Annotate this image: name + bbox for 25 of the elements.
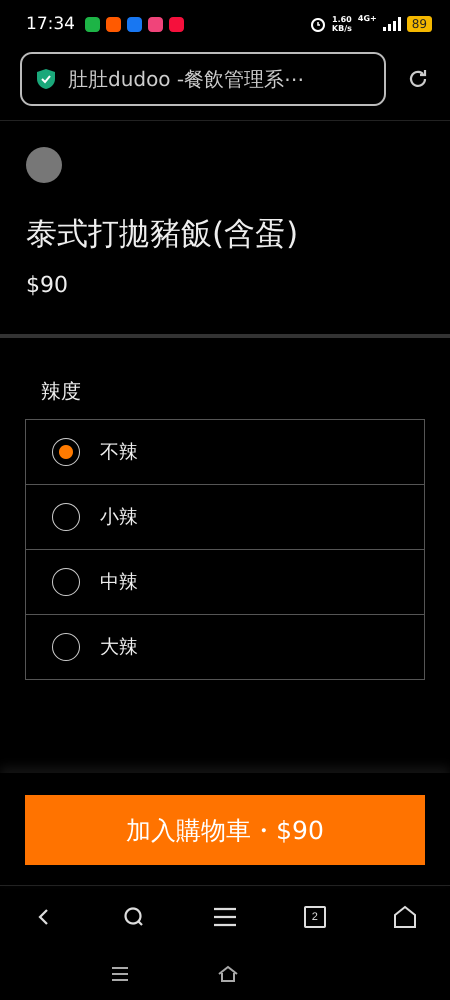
- network-speed: 1.60 KB/s: [332, 15, 352, 33]
- shield-check-icon: [36, 68, 56, 90]
- radio-button[interactable]: [52, 438, 80, 466]
- product-name: 泰式打拋豬飯(含蛋): [26, 215, 300, 254]
- home-icon: [392, 905, 417, 929]
- battery-level: 89: [406, 16, 432, 32]
- page-title: 肚肚dudoo -餐飲管理系⋯: [68, 66, 304, 92]
- status-time: 17:34: [26, 14, 75, 34]
- option-label: 小辣: [100, 505, 138, 530]
- signal-icon: [382, 17, 401, 31]
- address-bar[interactable]: 肚肚dudoo -餐飲管理系⋯: [20, 52, 386, 106]
- radio-button[interactable]: [52, 633, 80, 661]
- radio-button[interactable]: [52, 568, 80, 596]
- menu-icon: [212, 906, 237, 928]
- product-price: $90: [26, 273, 69, 298]
- menu-icon: [111, 966, 129, 982]
- option-label: 大辣: [100, 635, 138, 660]
- radio-button[interactable]: [52, 503, 80, 531]
- option-group-title: 辣度: [40, 378, 82, 405]
- home-icon: [217, 965, 239, 983]
- network-type: 4G+: [358, 14, 377, 23]
- option-label: 中辣: [100, 570, 138, 595]
- store-avatar: [26, 147, 62, 183]
- option-label: 不辣: [100, 440, 138, 465]
- alarm-icon: [310, 16, 326, 32]
